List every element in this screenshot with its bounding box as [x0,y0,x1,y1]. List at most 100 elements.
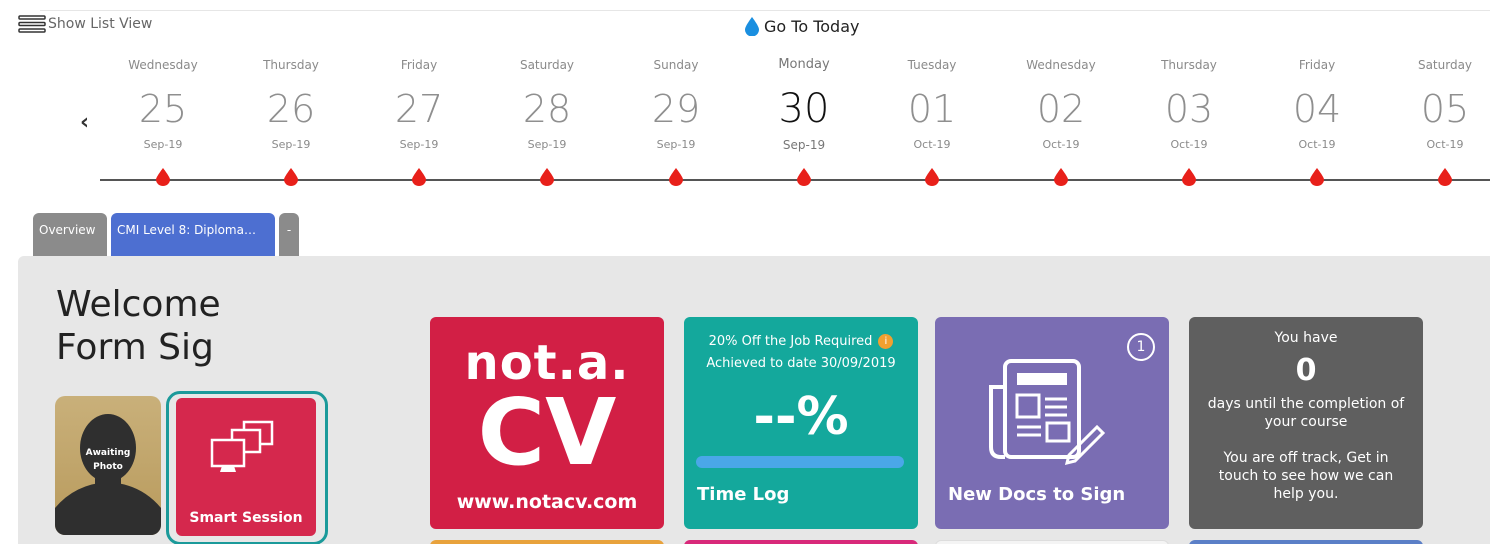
go-to-today-button[interactable]: Go To Today [744,16,859,36]
avatar-placeholder-label: Awaiting Photo [55,446,161,474]
days-intro: You have [1274,330,1338,346]
bottom-tile-1[interactable] [430,540,664,544]
calendar-day-number: 01 [907,87,957,131]
time-log-summary: 20% Off the Job Required i Achieved to da… [684,331,918,375]
avatar-label-line1: Awaiting [85,448,131,458]
show-list-view-button[interactable]: Show List View [18,14,152,34]
calendar-day-weekday: Monday [778,57,830,72]
calendar-day-month: Oct-19 [913,138,951,151]
notacv-logo-mid: CV [477,379,617,486]
new-docs-tile[interactable]: 1 New Docs to Sign [935,317,1169,529]
tab-more-label: - [286,223,292,237]
tab-overview[interactable]: Overview [33,213,107,256]
day-marker-icon[interactable] [1438,168,1452,186]
day-marker-icon[interactable] [1182,168,1196,186]
time-log-achieved: Achieved to date 30/09/2019 [706,356,896,371]
bottom-tile-4[interactable] [1189,540,1423,544]
smart-session-label: Smart Session [189,510,303,526]
days-spacer [1189,431,1423,449]
timeline-axis [100,179,1490,181]
time-log-required: 20% Off the Job Required i [684,331,918,353]
info-icon[interactable]: i [878,334,894,349]
calendar-day-number: 03 [1164,87,1214,131]
welcome-heading: Welcome Form Sig [56,283,221,369]
calendar-day[interactable]: Thursday 26 Sep-19 [241,56,341,151]
day-marker-icon[interactable] [284,168,298,186]
time-log-progress-bar [696,456,904,468]
notacv-url: www.notacv.com [456,491,638,513]
calendar-day[interactable]: Thursday 03 Oct-19 [1139,56,1239,151]
calendar-day-weekday: Thursday [263,58,319,72]
calendar-day-weekday: Tuesday [907,58,957,72]
show-list-view-label: Show List View [48,16,153,32]
days-line2: days until the completion of [1207,396,1405,412]
day-marker-icon[interactable] [412,168,426,186]
calendar-day-month: Oct-19 [1298,138,1336,151]
day-marker-icon[interactable] [797,168,811,186]
calendar-day-number: 29 [651,87,701,131]
time-log-percent: --% [753,387,849,447]
chevron-left-icon[interactable]: ‹ [80,112,89,134]
new-docs-label: New Docs to Sign [948,484,1126,505]
calendar-day[interactable]: Wednesday 25 Sep-19 [113,56,213,151]
tab-more[interactable]: - [279,213,299,256]
calendar-day[interactable]: Saturday 05 Oct-19 [1395,56,1490,151]
calendar-day-month: Sep-19 [656,138,696,151]
go-to-today-label: Go To Today [764,16,860,36]
calendar-day-number: 05 [1420,87,1470,131]
calendar-day-number: 27 [394,87,444,131]
calendar-day-number: 04 [1292,87,1342,131]
avatar[interactable]: Awaiting Photo [55,396,161,535]
calendar-day-weekday: Sunday [653,58,699,72]
calendar-day-number: 30 [778,86,830,132]
calendar-day[interactable]: Monday 30 Sep-19 [754,56,854,152]
calendar-day-number: 25 [138,87,188,131]
bottom-tile-3[interactable] [935,540,1169,544]
tab-course-label: CMI Level 8: Diploma… [117,223,256,237]
calendar-day[interactable]: Friday 27 Sep-19 [369,56,469,151]
bottom-tile-2[interactable] [684,540,918,544]
monitors-icon [210,420,274,472]
time-log-tile[interactable]: 20% Off the Job Required i Achieved to da… [684,317,918,529]
calendar-day[interactable]: Friday 04 Oct-19 [1267,56,1367,151]
days-line6: help you. [1273,486,1339,502]
calendar-day-weekday: Friday [400,58,438,72]
calendar-day[interactable]: Tuesday 01 Oct-19 [882,56,982,151]
docs-count-badge: 1 [1127,333,1155,361]
course-days-tile[interactable]: You have 0 days until the completion of … [1189,317,1423,529]
day-marker-icon[interactable] [669,168,683,186]
page-root: Show List View Go To Today ‹ Wednesday 25… [0,0,1490,544]
calendar-day-month: Oct-19 [1042,138,1080,151]
calendar-day-month: Sep-19 [143,138,183,151]
course-days-text: You have 0 days until the completion of … [1189,329,1423,503]
calendar-day[interactable]: Wednesday 02 Oct-19 [1011,56,1111,151]
calendar-day[interactable]: Saturday 28 Sep-19 [497,56,597,151]
smart-session-button[interactable]: Smart Session [176,398,316,536]
day-marker-icon[interactable] [156,168,170,186]
top-divider [40,10,1490,11]
calendar-day[interactable]: Sunday 29 Sep-19 [626,56,726,151]
newspaper-pen-icon [989,359,1106,466]
calendar-day-weekday: Friday [1298,58,1336,72]
day-marker-icon[interactable] [925,168,939,186]
tab-course[interactable]: CMI Level 8: Diploma… [111,213,275,256]
list-icon [18,15,46,33]
calendar-day-weekday: Saturday [519,58,575,72]
avatar-label-line2: Photo [93,462,123,472]
day-marker-icon[interactable] [540,168,554,186]
droplet-icon [745,17,759,36]
calendar-day-month: Sep-19 [399,138,439,151]
tab-overview-label: Overview [39,223,96,237]
calendar-day-weekday: Wednesday [1026,58,1096,72]
day-marker-icon[interactable] [1310,168,1324,186]
time-log-label: Time Log [697,484,790,505]
calendar-day-number: 28 [522,87,572,131]
calendar-day-month: Oct-19 [1170,138,1208,151]
welcome-line: Welcome [56,284,221,325]
user-name: Form Sig [56,327,214,368]
time-log-required-text: 20% Off the Job Required [708,334,873,349]
days-remaining-count: 0 [1295,353,1317,388]
days-line5: touch to see how we can [1218,468,1394,484]
notacv-tile[interactable]: not.a. CV www.notacv.com [430,317,664,529]
day-marker-icon[interactable] [1054,168,1068,186]
